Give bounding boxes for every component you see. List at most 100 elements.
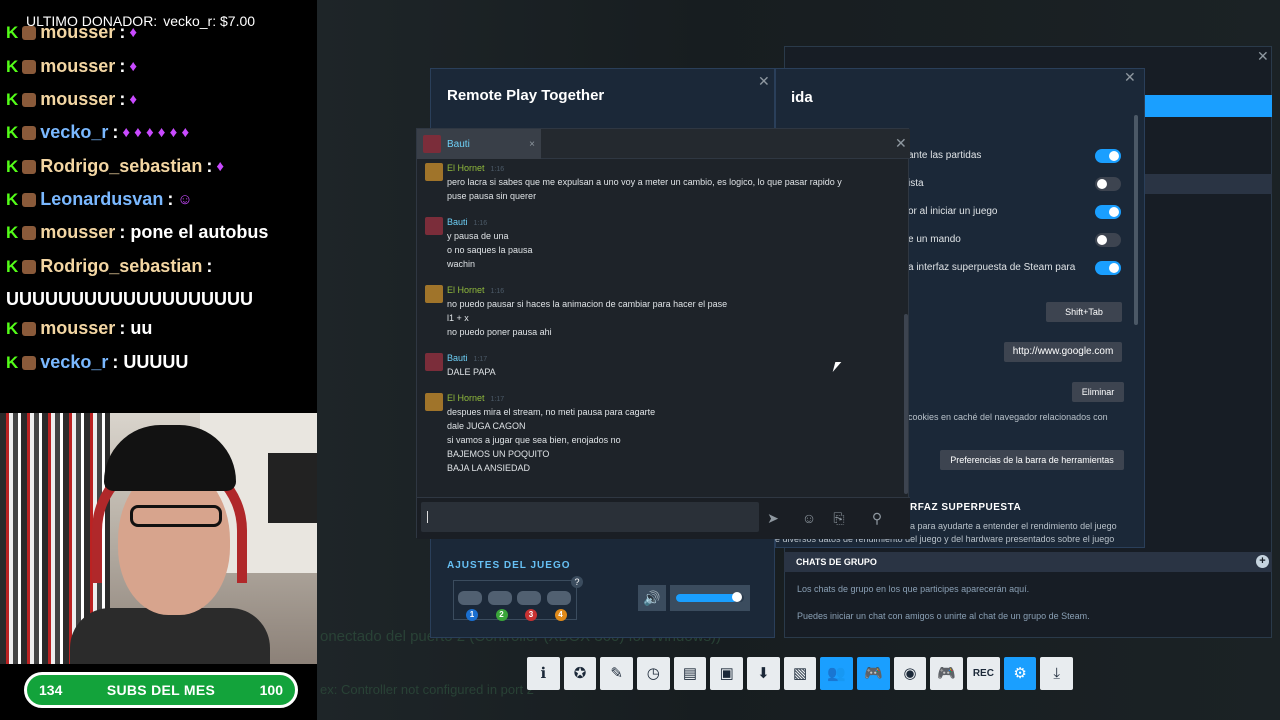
shortcut-button[interactable]: Shift+Tab bbox=[1046, 302, 1122, 322]
chat-text: : bbox=[206, 156, 213, 176]
chat-username[interactable]: mousser bbox=[40, 89, 115, 110]
send-icon[interactable]: ➤ bbox=[761, 506, 785, 530]
sender-name[interactable]: El Hornet 1:17 bbox=[447, 393, 504, 403]
toolbar-preferences-button[interactable]: Preferencias de la barra de herramientas bbox=[940, 450, 1124, 470]
screenshots-icon[interactable]: ▧ bbox=[783, 657, 817, 690]
stream-chat-message: Kmousser: ♦ bbox=[6, 22, 137, 43]
settings-title: ida bbox=[791, 89, 813, 106]
chat-username[interactable]: vecko_r bbox=[40, 122, 108, 143]
friends-search-input[interactable] bbox=[1140, 174, 1272, 194]
recording-icon[interactable]: REC bbox=[967, 657, 1000, 690]
chat-scrollbar[interactable] bbox=[904, 314, 908, 494]
sender-name[interactable]: Bauti 1:16 bbox=[447, 217, 487, 227]
chat-username[interactable]: Rodrigo_sebastian bbox=[40, 256, 202, 277]
friends-icon[interactable]: 👥 bbox=[820, 657, 854, 690]
controller-slot[interactable]: 3 bbox=[517, 585, 543, 621]
drink-badge-icon bbox=[22, 192, 37, 207]
chat-message-input[interactable] bbox=[421, 502, 759, 532]
chat-tabbar: Bauti × ✕ bbox=[417, 129, 910, 159]
chat-username[interactable]: mousser bbox=[40, 222, 115, 243]
friends-status-bar[interactable] bbox=[1140, 95, 1272, 117]
message-line: l1 + x bbox=[447, 313, 469, 323]
achievements-icon[interactable]: ✪ bbox=[563, 657, 597, 690]
settings-scrollbar[interactable] bbox=[1134, 115, 1138, 325]
emote-icon: ♦ bbox=[129, 91, 137, 108]
kick-badge-icon: K bbox=[6, 318, 19, 338]
avatar[interactable] bbox=[425, 353, 443, 371]
setting-toggle[interactable] bbox=[1095, 261, 1121, 275]
timer-icon[interactable]: ◷ bbox=[637, 657, 670, 690]
sender-name[interactable]: Bauti 1:17 bbox=[447, 353, 487, 363]
friends-close-icon[interactable]: ✕ bbox=[1257, 48, 1269, 65]
kick-badge-icon: K bbox=[6, 352, 19, 372]
chat-username[interactable]: mousser bbox=[40, 22, 115, 43]
help-icon[interactable]: ? bbox=[571, 576, 583, 588]
chat-username[interactable]: Rodrigo_sebastian bbox=[40, 156, 202, 177]
attach-icon[interactable]: ⎘ bbox=[827, 506, 851, 530]
add-group-icon[interactable]: + bbox=[1256, 555, 1269, 568]
kick-badge-icon: K bbox=[6, 56, 19, 76]
group-chats-empty-text: Los chats de grupo en los que participes… bbox=[797, 584, 1030, 594]
gamepad-icon bbox=[517, 591, 541, 605]
delete-cookies-button[interactable]: Eliminar bbox=[1072, 382, 1124, 402]
volume-icon[interactable]: 🔊 bbox=[638, 585, 666, 611]
volume-slider[interactable] bbox=[670, 585, 750, 611]
rpt-close-icon[interactable]: ✕ bbox=[758, 73, 770, 90]
settings-icon[interactable]: ⚙ bbox=[1003, 657, 1037, 690]
message-line: pero lacra si sabes que me expulsan a un… bbox=[447, 177, 842, 187]
message-line: BAJEMOS UN POQUITO bbox=[447, 449, 550, 459]
settings-close-icon[interactable]: ✕ bbox=[1124, 69, 1136, 86]
info-icon[interactable]: ℹ bbox=[527, 657, 560, 690]
chat-username[interactable]: vecko_r bbox=[40, 352, 108, 373]
sender-name[interactable]: El Hornet 1:16 bbox=[447, 163, 504, 173]
chat-username[interactable]: Leonardusvan bbox=[40, 189, 163, 210]
timestamp: 1:17 bbox=[473, 356, 488, 363]
controller-number: 2 bbox=[495, 609, 508, 621]
sender-name-text: El Hornet bbox=[447, 163, 485, 173]
chat-tab-bauti[interactable]: Bauti × bbox=[417, 129, 541, 159]
browser-icon[interactable]: ◉ bbox=[893, 657, 927, 690]
controller-slot[interactable]: 2 bbox=[487, 585, 514, 621]
kick-badge-icon: K bbox=[6, 22, 19, 42]
cookies-description: cookies en caché del navegador relaciona… bbox=[908, 412, 1108, 422]
discussions-icon[interactable]: ▣ bbox=[710, 657, 744, 690]
stream-chat-message: Kmousser: uu bbox=[6, 318, 152, 339]
avatar[interactable] bbox=[425, 285, 443, 303]
group-chats-header[interactable]: CHATS DE GRUPO bbox=[784, 552, 1272, 572]
voice-icon[interactable]: ⚲ bbox=[865, 506, 889, 530]
setting-toggle[interactable] bbox=[1095, 205, 1121, 219]
setting-toggle[interactable] bbox=[1095, 233, 1121, 247]
tab-close-icon[interactable]: × bbox=[529, 139, 535, 150]
chat-username[interactable]: mousser bbox=[40, 318, 115, 339]
notes-icon[interactable]: ✎ bbox=[600, 657, 634, 690]
guides-icon[interactable]: ▤ bbox=[673, 657, 707, 690]
kick-badge-icon: K bbox=[6, 222, 19, 242]
gamepad-icon bbox=[487, 591, 512, 605]
sender-name-text: El Hornet bbox=[447, 285, 485, 295]
drink-badge-icon bbox=[22, 225, 37, 240]
glasses bbox=[130, 505, 222, 527]
sender-name[interactable]: El Hornet 1:16 bbox=[447, 285, 504, 295]
chat-username[interactable]: mousser bbox=[40, 56, 115, 77]
chat-close-icon[interactable]: ✕ bbox=[895, 135, 907, 152]
setting-toggle[interactable] bbox=[1095, 177, 1121, 191]
drink-badge-icon bbox=[22, 159, 37, 174]
remote-play-icon[interactable]: 🎮 bbox=[857, 657, 890, 690]
group-chats-hint: Puedes iniciar un chat con amigos o unir… bbox=[797, 611, 1090, 621]
downloads-icon[interactable]: ⬇ bbox=[747, 657, 780, 690]
setting-label: a interfaz superpuesta de Steam para bbox=[908, 262, 1076, 273]
homepage-field[interactable]: http://www.google.com bbox=[1004, 342, 1122, 362]
controller-slot[interactable]: 1 bbox=[458, 585, 484, 621]
avatar[interactable] bbox=[425, 217, 443, 235]
timestamp: 1:16 bbox=[490, 288, 505, 295]
avatar[interactable] bbox=[425, 163, 443, 181]
kick-badge-icon: K bbox=[6, 156, 19, 176]
emoticon-icon[interactable]: ☺ bbox=[797, 506, 821, 530]
controller-slot[interactable]: 4 bbox=[546, 585, 573, 621]
minimize-icon[interactable]: ⤓ bbox=[1040, 657, 1074, 690]
avatar[interactable] bbox=[425, 393, 443, 411]
donor-value: vecko_r: $7.00 bbox=[163, 13, 256, 29]
setting-toggle[interactable] bbox=[1095, 149, 1121, 163]
controller-icon[interactable]: 🎮 bbox=[930, 657, 964, 690]
setting-label: e un mando bbox=[908, 234, 961, 245]
